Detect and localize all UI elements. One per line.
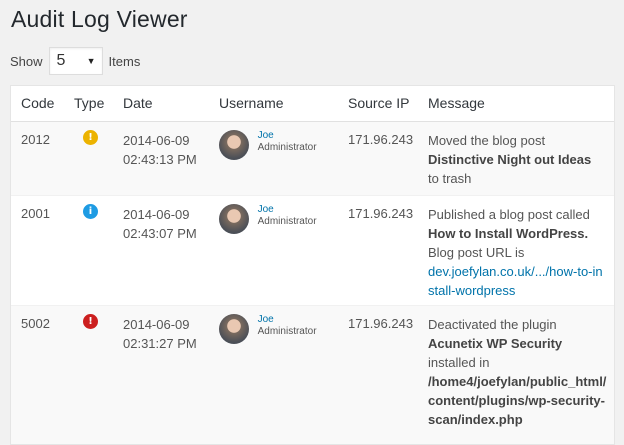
column-header-type[interactable]: Type	[74, 95, 104, 111]
info-icon: i	[83, 204, 98, 219]
column-header-date[interactable]: Date	[123, 95, 153, 111]
show-label: Show	[10, 53, 43, 69]
table-row: 2001 i 2014-06-09 02:43:07 PM Joe Admini…	[11, 196, 614, 306]
post-title: Distinctive Night out Ideas	[428, 152, 592, 167]
source-ip: 171.96.243	[348, 316, 414, 331]
audit-log-table: Code Type Date Username Source IP Messag…	[10, 85, 615, 445]
message-text: Moved the blog post	[428, 133, 546, 148]
table-row: 5002 ! 2014-06-09 02:31:27 PM Joe Admini…	[11, 306, 614, 444]
per-page-select[interactable]: 5 ▼	[48, 47, 103, 75]
dropdown-arrow-icon: ▼	[86, 56, 96, 66]
table-row: 2012 ! 2014-06-09 02:43:13 PM Joe Admini…	[11, 122, 614, 196]
user-cell: Joe Administrator	[219, 314, 317, 344]
event-code: 2012	[21, 132, 50, 147]
event-message: Published a blog post called How to Inst…	[428, 205, 608, 300]
column-header-message[interactable]: Message	[428, 95, 485, 111]
date-value: 2014-06-09	[123, 133, 190, 148]
event-code: 5002	[21, 316, 50, 331]
column-header-source-ip[interactable]: Source IP	[348, 95, 409, 111]
event-message: Moved the blog post Distinctive Night ou…	[428, 131, 608, 188]
event-code: 2001	[21, 206, 50, 221]
post-title: How to Install WordPress.	[428, 226, 589, 241]
column-header-username[interactable]: Username	[219, 95, 284, 111]
event-date: 2014-06-09 02:43:07 PM	[123, 205, 197, 243]
username-link[interactable]: Joe	[258, 204, 317, 216]
warning-icon: !	[83, 130, 98, 145]
message-text: Deactivated the plugin	[428, 317, 557, 332]
user-cell: Joe Administrator	[219, 204, 317, 234]
user-cell: Joe Administrator	[219, 130, 317, 160]
date-value: 2014-06-09	[123, 317, 190, 332]
avatar	[219, 130, 249, 160]
table-header: Code Type Date Username Source IP Messag…	[11, 86, 614, 122]
username-link[interactable]: Joe	[258, 314, 317, 326]
event-date: 2014-06-09 02:31:27 PM	[123, 315, 197, 353]
avatar	[219, 204, 249, 234]
message-text: to trash	[428, 171, 472, 186]
plugin-name: Acunetix WP Security	[428, 336, 563, 351]
message-text: Published a blog post called	[428, 207, 590, 222]
date-value: 2014-06-09	[123, 207, 190, 222]
critical-icon: !	[83, 314, 98, 329]
source-ip: 171.96.243	[348, 206, 414, 221]
event-date: 2014-06-09 02:43:13 PM	[123, 131, 197, 169]
avatar	[219, 314, 249, 344]
user-role: Administrator	[257, 216, 317, 227]
user-role: Administrator	[257, 326, 317, 337]
per-page-control: Show 5 ▼ Items	[10, 46, 140, 76]
column-header-code[interactable]: Code	[21, 95, 54, 111]
plugin-path: /home4/joefylan/public_html/content/plug…	[428, 374, 607, 427]
time-value: 02:43:07 PM	[123, 226, 197, 241]
page-title: Audit Log Viewer	[11, 6, 188, 32]
post-url-link[interactable]: dev.joefylan.co.uk/.../how-to-install-wo…	[428, 262, 608, 300]
source-ip: 171.96.243	[348, 132, 414, 147]
time-value: 02:43:13 PM	[123, 152, 197, 167]
message-text: Blog post URL is	[428, 245, 525, 260]
message-text: installed in	[428, 355, 490, 370]
username-link[interactable]: Joe	[258, 130, 317, 142]
user-role: Administrator	[257, 142, 317, 153]
per-page-value: 5	[56, 52, 66, 69]
event-message: Deactivated the plugin Acunetix WP Secur…	[428, 315, 608, 429]
items-label: Items	[108, 53, 141, 69]
time-value: 02:31:27 PM	[123, 336, 197, 351]
